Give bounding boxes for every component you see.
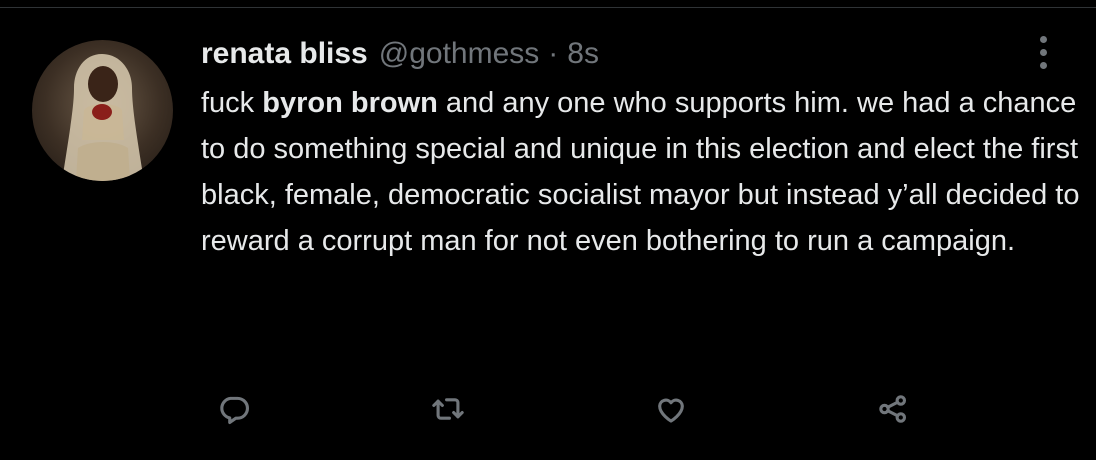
retweet-button[interactable] xyxy=(425,386,471,432)
more-options-icon[interactable] xyxy=(1026,32,1060,72)
more-dot xyxy=(1039,48,1047,56)
tweet-text-part: fuck xyxy=(201,87,263,119)
more-dot xyxy=(1039,35,1047,43)
reply-icon xyxy=(220,396,250,425)
tweet-text: fuck byron brown and any one who support… xyxy=(201,80,1081,264)
heart-icon xyxy=(658,398,684,423)
display-name[interactable]: renata bliss xyxy=(201,34,368,74)
tweet-text-bold: byron brown xyxy=(262,87,438,119)
separator-dot: · xyxy=(548,37,559,70)
timestamp[interactable]: 8s xyxy=(567,34,599,74)
like-button[interactable] xyxy=(648,386,694,432)
share-icon xyxy=(879,395,907,423)
reply-button[interactable] xyxy=(211,386,257,432)
user-handle[interactable]: @gothmess xyxy=(379,34,540,74)
share-button[interactable] xyxy=(870,386,916,432)
avatar-image xyxy=(62,54,144,181)
more-dot xyxy=(1039,61,1047,69)
retweet-icon xyxy=(432,398,464,420)
tweet-header: renata bliss @gothmess · 8s xyxy=(201,34,599,74)
action-bar xyxy=(201,386,921,432)
avatar[interactable] xyxy=(32,40,173,181)
top-divider xyxy=(0,0,1096,8)
